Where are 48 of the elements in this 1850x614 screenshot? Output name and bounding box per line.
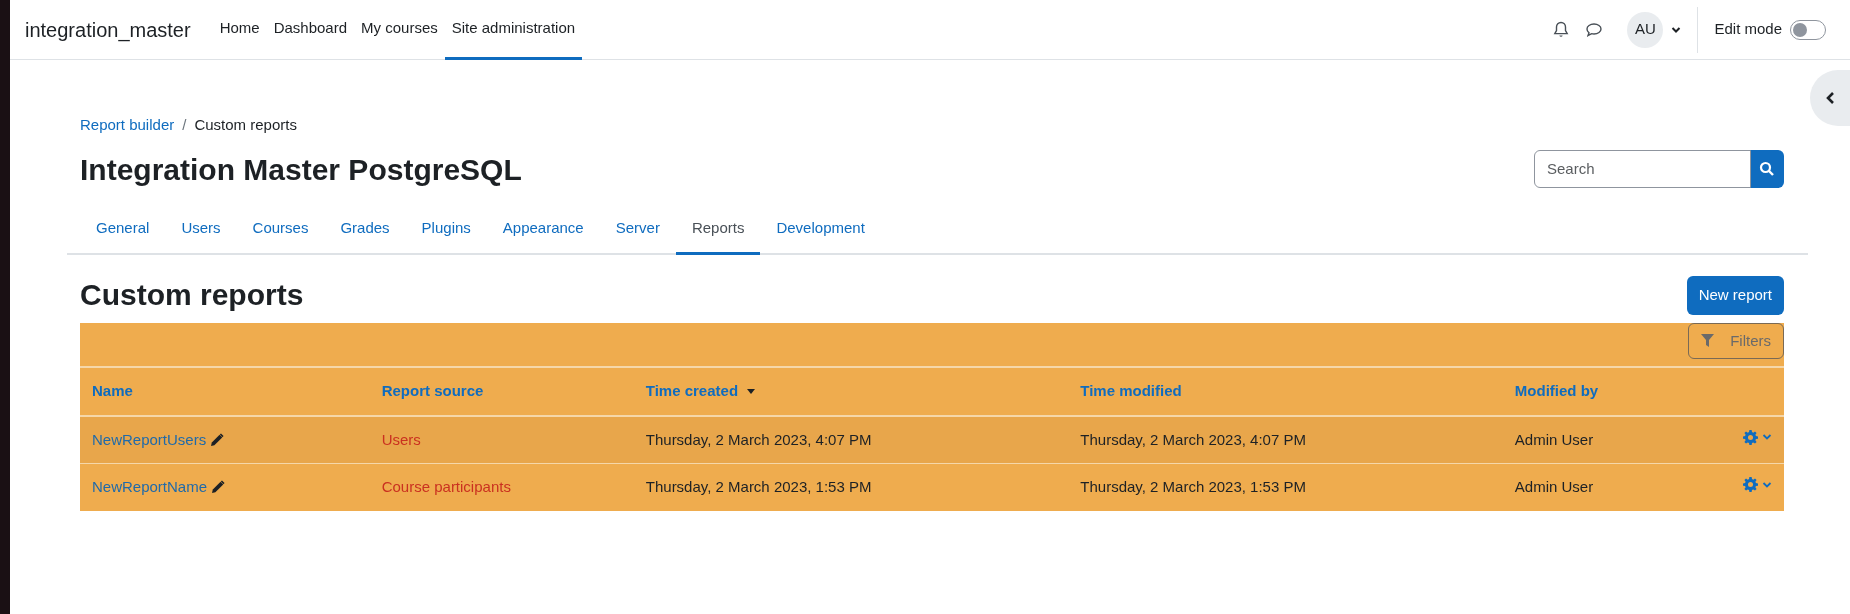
gear-icon [1743,477,1758,492]
filters-button[interactable]: Filters [1688,322,1784,359]
tab[interactable]: Users [165,203,237,255]
report-source: Course participants [381,478,511,495]
funnel-icon [1701,334,1715,348]
time-modified: Thursday, 2 March 2023, 1:53 PM [1080,478,1306,495]
tab[interactable]: Appearance [486,203,600,255]
new-report-button[interactable]: New report [1686,276,1784,315]
drawer-toggle[interactable] [1810,70,1850,126]
nav-link[interactable]: Site administration [444,0,583,60]
modified-by: Admin User [1514,430,1594,448]
actions-menu[interactable] [1743,477,1772,492]
nav-link[interactable]: My courses [354,0,445,60]
pencil-icon[interactable] [211,480,226,495]
tab[interactable]: Reports [675,203,761,255]
gear-icon [1743,429,1758,445]
time-created: Thursday, 2 March 2023, 4:07 PM [645,430,872,448]
tab[interactable]: Courses [236,203,325,255]
chevron-down-icon [1762,480,1772,489]
breadcrumb-current: Custom reports [194,115,297,135]
chevron-down-icon[interactable] [1671,25,1682,34]
chevron-down-icon [1762,433,1772,441]
time-created: Thursday, 2 March 2023, 1:53 PM [645,478,872,495]
site-name[interactable]: integration_master [25,14,191,45]
page-title: Integration Master PostgreSQL [80,151,522,188]
chevron-left-icon [1824,91,1836,105]
section-title: Custom reports [80,277,304,314]
modified-by: Admin User [1514,478,1594,495]
user-avatar[interactable]: AU [1627,11,1664,48]
report-name-link[interactable]: NewReportName [92,476,208,499]
search-icon [1759,160,1775,177]
breadcrumb-link[interactable]: Report builder [80,114,175,137]
nav-link[interactable]: Dashboard [266,0,355,60]
search-button[interactable] [1750,149,1784,188]
edit-mode-label: Edit mode [1714,19,1782,40]
tab[interactable]: Server [599,203,676,255]
tab[interactable]: Grades [324,203,406,255]
time-modified: Thursday, 2 March 2023, 4:07 PM [1080,430,1306,448]
pencil-icon[interactable] [210,432,225,447]
report-source: Users [381,430,421,448]
tab[interactable]: Plugins [405,203,487,255]
chat-bubble-icon[interactable] [1585,21,1604,38]
tab[interactable]: Development [760,203,881,255]
actions-menu[interactable] [1743,429,1772,445]
bell-icon[interactable] [1553,20,1570,39]
breadcrumb-separator: / [182,115,187,135]
tab[interactable]: General [80,203,166,255]
nav-link[interactable]: Home [212,0,267,60]
